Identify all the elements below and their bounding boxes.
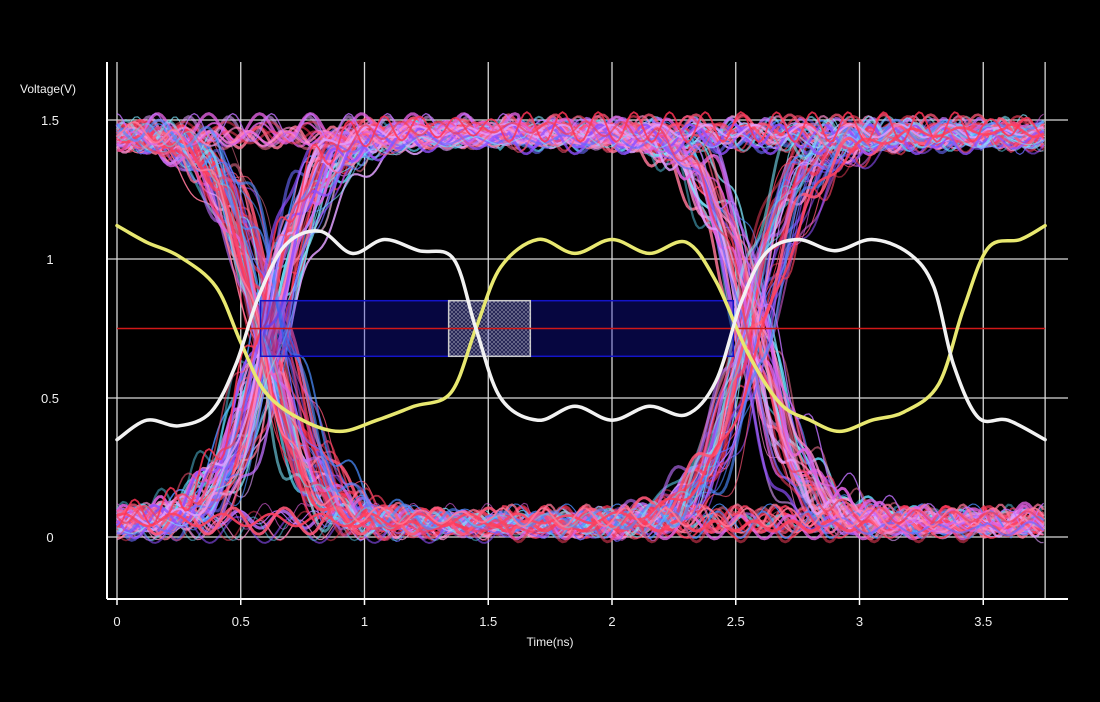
eye-diagram-chart: 0 0.5 1 1.5 2 2.5 3 3.5 0 0.5 1 1.5 Voltage(V) Time… [20,62,1068,649]
y-tick-label: 1 [46,252,53,267]
y-tick-label: 0.5 [41,391,59,406]
x-tick-label: 2.5 [727,614,745,629]
x-tick-label: 0 [113,614,120,629]
tick-labels: 0 0.5 1 1.5 2 2.5 3 3.5 0 0.5 1 1.5 [41,113,992,629]
x-axis-label: Time(ns) [527,635,574,649]
y-tick-label: 1.5 [41,113,59,128]
y-axis-label: Voltage(V) [20,82,76,96]
x-tick-label: 1 [361,614,368,629]
y-tick-label: 0 [46,530,53,545]
x-tick-label: 1.5 [479,614,497,629]
x-tick-label: 2 [608,614,615,629]
x-tick-label: 3 [856,614,863,629]
x-tick-label: 3.5 [974,614,992,629]
x-tick-label: 0.5 [232,614,250,629]
